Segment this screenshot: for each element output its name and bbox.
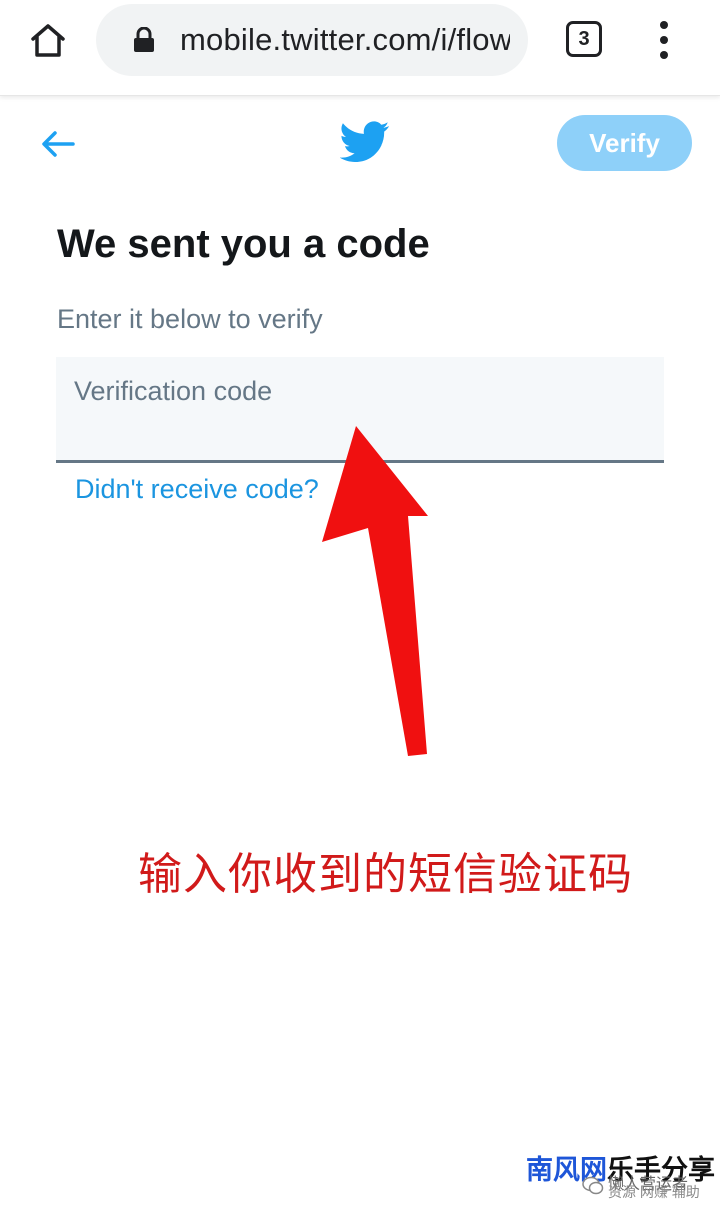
browser-toolbar: mobile.twitter.com/i/flow/login 3: [0, 0, 720, 96]
annotation-arrow: [322, 426, 428, 756]
page-subtitle: Enter it below to verify: [57, 304, 323, 334]
tab-switcher-button[interactable]: 3: [566, 21, 602, 57]
twitter-bird-icon: [340, 121, 390, 162]
home-button[interactable]: [24, 18, 72, 62]
annotation-text: 输入你收到的短信验证码: [138, 849, 633, 900]
verify-button[interactable]: Verify: [557, 115, 692, 171]
watermark-logo: 南风网乐手分享 懒人营运者 资源 网赚 辅助: [526, 1146, 720, 1214]
arrow-left-icon: [42, 131, 75, 157]
resend-code-link[interactable]: Didn't receive code?: [75, 474, 319, 505]
more-vert-icon[interactable]: [650, 18, 678, 62]
wechat-icon: [582, 1176, 604, 1195]
back-button[interactable]: [36, 122, 80, 166]
home-icon: [31, 24, 65, 57]
lock-icon: [130, 26, 158, 54]
watermark-sub: 资源 网赚 辅助: [608, 1184, 700, 1200]
address-bar[interactable]: mobile.twitter.com/i/flow/login: [96, 4, 528, 76]
verification-code-input[interactable]: [74, 371, 644, 411]
page-title: We sent you a code: [57, 222, 430, 266]
url-text: mobile.twitter.com/i/flow/login: [180, 22, 510, 57]
